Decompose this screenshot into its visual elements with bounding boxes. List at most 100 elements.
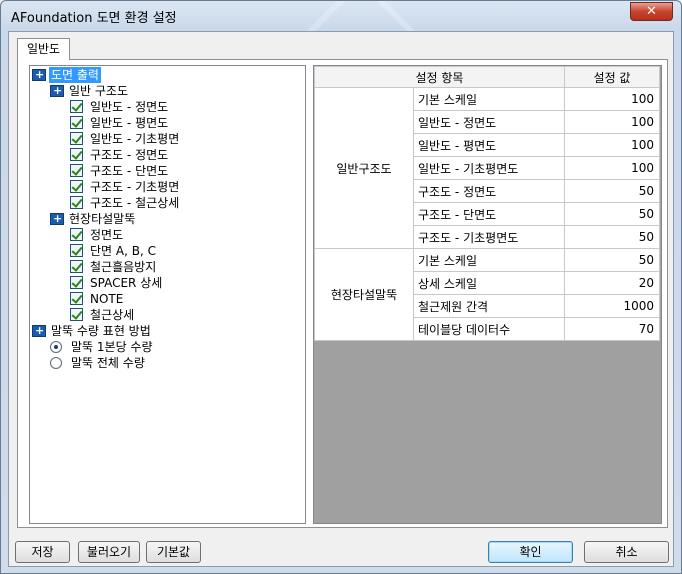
tree-root-drawing-output[interactable]: 도면 출력 xyxy=(32,67,101,83)
setting-item-cell: 구조도 - 기초평면도 xyxy=(413,225,565,249)
setting-value-cell[interactable]: 70 xyxy=(564,317,660,341)
tree-item-0-6-label: 구조도 - 철근상세 xyxy=(90,196,180,210)
close-button[interactable]: ✕ xyxy=(630,2,673,21)
checkbox-checked-icon[interactable] xyxy=(70,308,83,321)
tree-group-pile-quantity[interactable]: 말뚝 수량 표현 방법 xyxy=(32,323,153,339)
title-bar[interactable]: AFoundation 도면 환경 설정 ✕ xyxy=(1,1,681,31)
checkbox-checked-icon[interactable] xyxy=(70,164,83,177)
tree-item-0-4[interactable]: 구조도 - 단면도 xyxy=(70,163,170,179)
tree-item-0-1-label: 일반도 - 평면도 xyxy=(90,116,169,130)
tree-root-drawing-output-label: 도면 출력 xyxy=(49,67,101,83)
tree-item-0-6[interactable]: 구조도 - 철근상세 xyxy=(70,195,181,211)
tree-item-1-4-label: NOTE xyxy=(90,292,124,306)
tree-group-0-label: 일반 구조도 xyxy=(69,84,129,98)
tab-general[interactable]: 일반도 xyxy=(17,38,70,60)
tree-item-0-4-label: 구조도 - 단면도 xyxy=(90,164,169,178)
setting-value-cell[interactable]: 50 xyxy=(564,179,660,203)
setting-item-cell: 일반도 - 정면도 xyxy=(413,110,565,134)
pile-quantity-option-1-label: 말뚝 전체 수량 xyxy=(71,356,145,370)
checkbox-checked-icon[interactable] xyxy=(70,148,83,161)
cancel-button[interactable]: 취소 xyxy=(584,541,669,563)
tree-item-1-0[interactable]: 정면도 xyxy=(70,227,125,243)
save-button[interactable]: 저장 xyxy=(15,541,70,563)
tree-item-1-2[interactable]: 철근흘음방지 xyxy=(70,259,158,275)
checkbox-checked-icon[interactable] xyxy=(70,196,83,209)
default-button[interactable]: 기본값 xyxy=(146,541,201,563)
setting-item-cell: 구조도 - 단면도 xyxy=(413,202,565,226)
setting-item-cell: 일반도 - 기초평면도 xyxy=(413,156,565,180)
tree-item-0-2-label: 일반도 - 기초평면 xyxy=(90,132,180,146)
checkbox-checked-icon[interactable] xyxy=(70,276,83,289)
setting-value-cell[interactable]: 50 xyxy=(564,225,660,249)
checkbox-checked-icon[interactable] xyxy=(70,116,83,129)
tree-item-1-5[interactable]: 철근상세 xyxy=(70,307,136,323)
tree-item-1-3-label: SPACER 상세 xyxy=(90,276,163,290)
tree-group-0[interactable]: 일반 구조도 xyxy=(50,83,130,99)
load-button[interactable]: 불러오기 xyxy=(78,541,140,563)
tree-item-1-1[interactable]: 단면 A, B, C xyxy=(70,243,158,259)
group-name-cell: 일반구조도 xyxy=(314,87,414,249)
checkbox-checked-icon[interactable] xyxy=(70,100,83,113)
header-setting-value: 설정 값 xyxy=(564,66,660,88)
settings-table: 설정 항목 설정 값 일반구조도 기본 스케일 100 일반도 - 정면도 100 일반도… xyxy=(314,66,660,341)
checkbox-checked-icon[interactable] xyxy=(70,292,83,305)
tree-item-1-5-label: 철근상세 xyxy=(90,308,135,322)
setting-value-cell[interactable]: 100 xyxy=(564,156,660,180)
expand-folder-icon[interactable] xyxy=(32,67,46,83)
header-setting-item: 설정 항목 xyxy=(314,66,565,88)
setting-value-cell[interactable]: 50 xyxy=(564,202,660,226)
pile-quantity-option-1[interactable]: 말뚝 전체 수량 xyxy=(50,355,147,371)
setting-value-cell[interactable]: 50 xyxy=(564,248,660,272)
checkbox-checked-icon[interactable] xyxy=(70,260,83,273)
tree-group-1-label: 현장타설말뚝 xyxy=(69,212,136,226)
ok-button[interactable]: 확인 xyxy=(488,541,573,563)
tree-item-0-3[interactable]: 구조도 - 정면도 xyxy=(70,147,170,163)
tree-item-0-0[interactable]: 일반도 - 정면도 xyxy=(70,99,170,115)
pile-quantity-option-0[interactable]: 말뚝 1본당 수량 xyxy=(50,339,155,355)
setting-value-cell[interactable]: 20 xyxy=(564,271,660,295)
setting-item-cell: 테이블당 데이터수 xyxy=(413,317,565,341)
expand-folder-icon[interactable] xyxy=(32,323,46,339)
tree-item-1-0-label: 정면도 xyxy=(90,228,124,242)
dialog-client: 일반도 도면 출력일반 구조도일반도 - 정면도일반도 - 평면도일반도 - 기… xyxy=(8,31,674,567)
checkbox-checked-icon[interactable] xyxy=(70,244,83,257)
tree-group-pile-quantity-label: 말뚝 수량 표현 방법 xyxy=(51,324,151,338)
tree-item-0-5-label: 구조도 - 기초평면 xyxy=(90,180,180,194)
setting-item-cell: 상세 스케일 xyxy=(413,271,565,295)
tree-item-1-3[interactable]: SPACER 상세 xyxy=(70,275,164,291)
setting-value-cell[interactable]: 1000 xyxy=(564,294,660,318)
group-name-cell: 현장타설말뚝 xyxy=(314,248,414,341)
tree-item-0-3-label: 구조도 - 정면도 xyxy=(90,148,169,162)
tree-item-0-1[interactable]: 일반도 - 평면도 xyxy=(70,115,170,131)
expand-folder-icon[interactable] xyxy=(50,83,64,99)
window-title: AFoundation 도면 환경 설정 xyxy=(11,11,177,26)
tree-group-1[interactable]: 현장타설말뚝 xyxy=(50,211,137,227)
setting-value-cell[interactable]: 100 xyxy=(564,110,660,134)
tree-item-0-2[interactable]: 일반도 - 기초평면 xyxy=(70,131,181,147)
setting-value-cell[interactable]: 100 xyxy=(564,133,660,157)
setting-item-cell: 기본 스케일 xyxy=(413,87,565,111)
drawing-tree[interactable]: 도면 출력일반 구조도일반도 - 정면도일반도 - 평면도일반도 - 기초평면구… xyxy=(29,65,306,524)
checkbox-checked-icon[interactable] xyxy=(70,180,83,193)
settings-grid: 설정 항목 설정 값 일반구조도 기본 스케일 100 일반도 - 정면도 100 일반도… xyxy=(313,65,662,524)
table-row[interactable]: 현장타설말뚝 기본 스케일 50 xyxy=(314,248,660,341)
checkbox-checked-icon[interactable] xyxy=(70,228,83,241)
checkbox-checked-icon[interactable] xyxy=(70,132,83,145)
tree-item-1-1-label: 단면 A, B, C xyxy=(90,244,156,258)
expand-folder-icon[interactable] xyxy=(50,211,64,227)
tree-item-1-2-label: 철근흘음방지 xyxy=(90,260,157,274)
tree-item-1-4[interactable]: NOTE xyxy=(70,291,125,307)
tree-item-0-0-label: 일반도 - 정면도 xyxy=(90,100,169,114)
setting-value-cell[interactable]: 100 xyxy=(564,87,660,111)
pile-quantity-option-0-label: 말뚝 1본당 수량 xyxy=(71,340,153,354)
radio-selected-icon[interactable] xyxy=(50,341,62,353)
setting-item-cell: 일반도 - 평면도 xyxy=(413,133,565,157)
radio-unselected-icon[interactable] xyxy=(50,357,62,369)
tree-item-0-5[interactable]: 구조도 - 기초평면 xyxy=(70,179,181,195)
setting-item-cell: 구조도 - 정면도 xyxy=(413,179,565,203)
setting-item-cell: 기본 스케일 xyxy=(413,248,565,272)
dialog-window: AFoundation 도면 환경 설정 ✕ 일반도 도면 출력일반 구조도일반… xyxy=(0,0,682,574)
setting-item-cell: 철근제원 간격 xyxy=(413,294,565,318)
title-bar-decoration xyxy=(306,1,416,31)
table-row[interactable]: 일반구조도 기본 스케일 100 xyxy=(314,87,660,249)
